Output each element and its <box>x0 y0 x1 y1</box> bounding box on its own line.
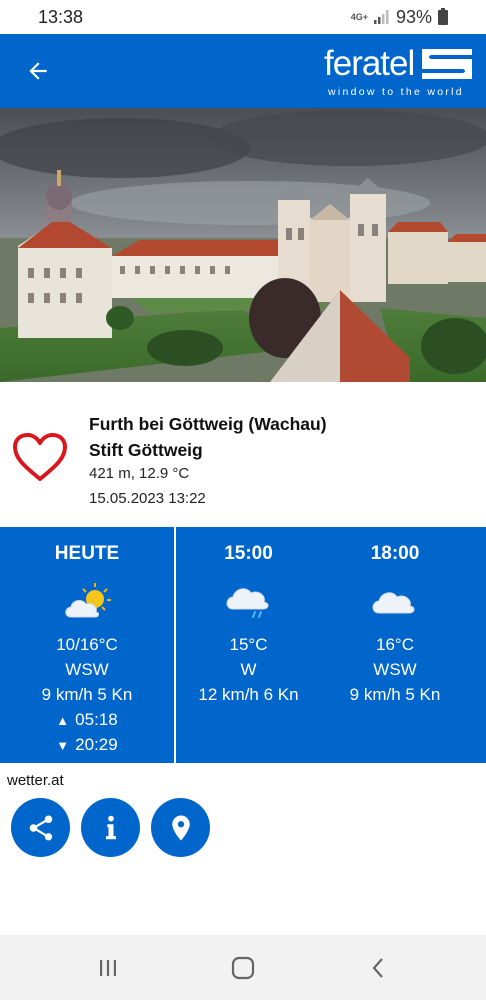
forecast-wind-dir: W <box>240 660 257 679</box>
battery-percent: 93% <box>395 6 432 27</box>
sunrise: ▲ 05:18 <box>0 710 174 730</box>
sun-cloud-icon <box>65 583 111 618</box>
forecast-wind-speed: 12 km/h 6 Kn <box>198 685 299 704</box>
info-icon <box>105 815 116 839</box>
forecast-label: 15:00 <box>224 543 273 564</box>
forecast-label: 18:00 <box>370 543 420 564</box>
forecast-temp: 15°C <box>229 635 268 654</box>
webcam-photo <box>0 108 486 382</box>
logo-text: feratel <box>324 44 415 83</box>
share-button[interactable] <box>11 798 70 857</box>
sunset-time: 20:29 <box>75 735 118 754</box>
share-icon <box>29 815 52 840</box>
weather-source-link[interactable]: wetter.at <box>7 772 64 789</box>
feratel-logo: feratel window to the world <box>324 44 476 100</box>
cloud-rain-icon <box>226 588 268 618</box>
info-button[interactable] <box>81 798 140 857</box>
home-icon <box>231 956 255 980</box>
weather-forecast: HEUTE 10/16°C WSW 9 km/h 5 Kn ▲ 05:18 ▼ 20… <box>0 527 486 763</box>
sunrise-icon: ▲ <box>56 713 70 728</box>
forecast-today: HEUTE 10/16°C WSW 9 km/h 5 Kn ▲ 05:18 ▼ 20… <box>0 527 174 763</box>
forecast-temp: 10/16°C <box>56 635 118 654</box>
forecast-label: HEUTE <box>54 543 120 564</box>
camera-name: Stift Göttweig <box>89 440 203 460</box>
location-name: Furth bei Göttweig (Wachau) <box>89 414 327 434</box>
status-time: 13:38 <box>38 6 84 27</box>
forecast-wind-speed: 9 km/h 5 Kn <box>349 685 441 704</box>
image-timestamp: 15.05.2023 13:22 <box>89 490 206 507</box>
app-bar: feratel window to the world <box>0 34 486 108</box>
logo-tagline: window to the world <box>328 86 464 98</box>
webcam-image[interactable] <box>0 108 486 382</box>
battery-icon <box>438 7 448 25</box>
network-type: 4G+ <box>350 11 368 22</box>
recent-apps-button[interactable] <box>93 953 123 983</box>
arrow-back-icon <box>29 62 47 80</box>
forecast-temp: 16°C <box>376 635 414 654</box>
sunset: ▼ 20:29 <box>0 735 174 755</box>
recent-apps-icon <box>100 960 116 976</box>
back-nav-button[interactable] <box>364 953 394 983</box>
forecast-wind-speed: 9 km/h 5 Kn <box>41 685 133 704</box>
home-button[interactable] <box>228 953 258 983</box>
signal-icon <box>373 10 389 24</box>
logo-mark-icon <box>422 49 472 79</box>
heart-icon <box>13 433 67 481</box>
location-pin-icon <box>171 815 190 840</box>
back-button[interactable] <box>20 53 56 89</box>
chevron-left-icon <box>372 958 383 978</box>
forecast-1500: 15:00 15°C W 12 km/h 6 Kn <box>176 527 321 763</box>
cloud-icon <box>372 592 415 614</box>
location-button[interactable] <box>151 798 210 857</box>
forecast-wind-dir: WSW <box>65 660 109 679</box>
forecast-1800: 18:00 16°C WSW 9 km/h 5 Kn <box>321 527 469 763</box>
forecast-wind-dir: WSW <box>373 660 417 679</box>
status-icons: 4G+ 93% <box>351 7 448 28</box>
favorite-button[interactable] <box>12 432 68 484</box>
system-nav-bar <box>0 935 486 1000</box>
status-bar: 13:38 4G+ 93% <box>0 0 486 34</box>
location-info: Furth bei Göttweig (Wachau) Stift Göttwe… <box>0 382 486 527</box>
sunrise-time: 05:18 <box>75 710 118 729</box>
sunset-icon: ▼ <box>56 738 70 753</box>
action-buttons <box>11 798 210 857</box>
altitude-temperature: 421 m, 12.9 °C <box>89 465 190 482</box>
